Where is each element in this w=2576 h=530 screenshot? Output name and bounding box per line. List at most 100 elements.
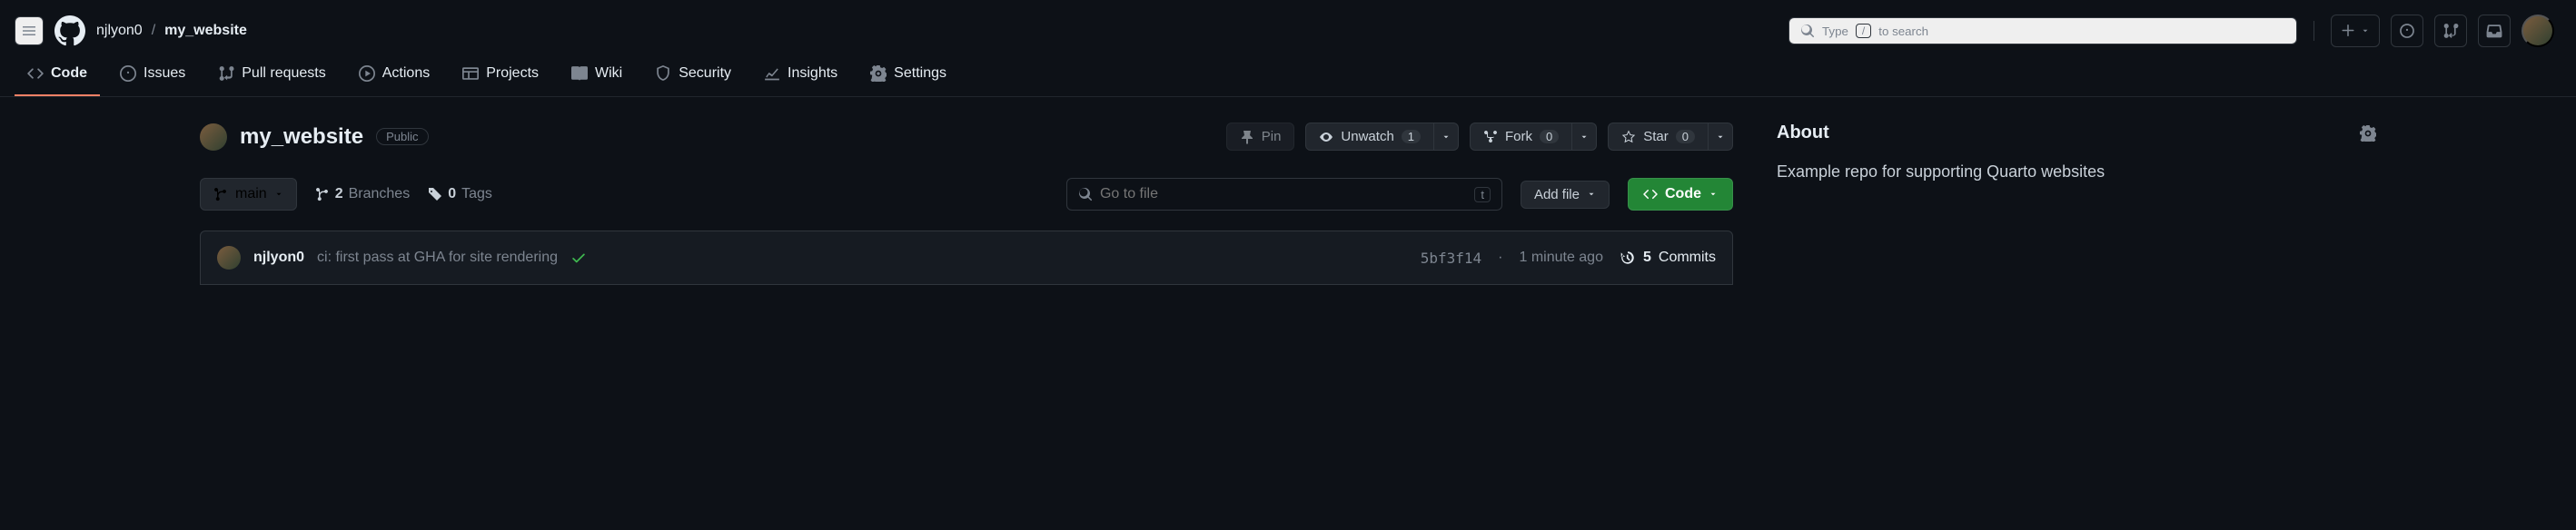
fork-count: 0 [1540, 130, 1559, 143]
commit-message[interactable]: ci: first pass at GHA for site rendering [317, 250, 558, 266]
github-logo[interactable] [54, 15, 85, 46]
commits-label: Commits [1659, 250, 1716, 266]
visibility-badge: Public [376, 128, 428, 145]
latest-commit-bar: njlyon0 ci: first pass at GHA for site r… [200, 231, 1733, 285]
branches-label: Branches [349, 186, 411, 202]
global-menu-button[interactable] [15, 16, 44, 45]
fork-icon [1483, 130, 1498, 144]
tab-security-label: Security [679, 65, 731, 82]
repo-link[interactable]: my_website [164, 23, 247, 39]
watch-dropdown[interactable] [1434, 123, 1459, 151]
branches-link[interactable]: 2 Branches [315, 186, 411, 202]
pin-icon [1240, 130, 1254, 144]
breadcrumb: njlyon0 / my_website [96, 23, 247, 39]
code-icon [1643, 187, 1658, 201]
issue-opened-icon [2399, 23, 2415, 39]
pin-label: Pin [1262, 129, 1282, 144]
owner-link[interactable]: njlyon0 [96, 23, 143, 39]
tags-label: Tags [461, 186, 492, 202]
file-search-key: t [1474, 187, 1491, 202]
caret-down-icon [1587, 190, 1596, 199]
commit-author[interactable]: njlyon0 [253, 250, 304, 266]
user-avatar[interactable] [2522, 15, 2554, 47]
commit-time[interactable]: 1 minute ago [1519, 250, 1603, 266]
caret-down-icon [1709, 190, 1718, 199]
branches-count: 2 [335, 186, 343, 202]
add-file-button[interactable]: Add file [1521, 181, 1610, 209]
about-heading: About [1777, 123, 1829, 143]
tab-wiki[interactable]: Wiki [559, 54, 635, 96]
eye-icon [1319, 130, 1333, 144]
about-description: Example repo for supporting Quarto websi… [1777, 160, 2376, 184]
unwatch-label: Unwatch [1341, 129, 1393, 144]
tags-link[interactable]: 0 Tags [428, 186, 492, 202]
shield-icon [655, 65, 671, 82]
hamburger-icon [22, 24, 36, 38]
star-count: 0 [1676, 130, 1695, 143]
star-button[interactable]: Star 0 [1608, 123, 1709, 151]
pin-button[interactable]: Pin [1226, 123, 1295, 151]
tab-wiki-label: Wiki [595, 65, 622, 82]
repo-title: my_website [240, 124, 363, 150]
issue-icon [120, 65, 136, 82]
gear-icon [2360, 125, 2376, 142]
unwatch-button[interactable]: Unwatch 1 [1305, 123, 1434, 151]
repo-nav: Code Issues Pull requests Actions Projec… [0, 54, 2576, 97]
commits-link[interactable]: 5 Commits [1620, 250, 1716, 266]
tag-icon [428, 187, 442, 201]
branch-selector[interactable]: main [200, 178, 297, 211]
tab-code[interactable]: Code [15, 54, 100, 96]
issues-button[interactable] [2391, 15, 2423, 47]
global-search[interactable]: Type / to search [1788, 17, 2297, 44]
status-check-icon[interactable] [570, 250, 587, 266]
search-text-before: Type [1822, 25, 1848, 38]
search-text-after: to search [1878, 25, 1928, 38]
search-icon [1800, 24, 1815, 38]
plus-icon [2341, 24, 2355, 38]
tab-projects-label: Projects [486, 65, 539, 82]
tab-issues-label: Issues [144, 65, 185, 82]
history-icon [1620, 250, 1636, 266]
caret-down-icon [1580, 132, 1589, 142]
notifications-button[interactable] [2478, 15, 2511, 47]
tab-security[interactable]: Security [642, 54, 744, 96]
tab-actions-label: Actions [382, 65, 430, 82]
tab-settings[interactable]: Settings [857, 54, 959, 96]
pull-requests-button[interactable] [2434, 15, 2467, 47]
watch-count: 1 [1402, 130, 1421, 143]
tab-projects[interactable]: Projects [450, 54, 551, 96]
table-icon [462, 65, 479, 82]
pr-icon [218, 65, 234, 82]
tab-insights-label: Insights [788, 65, 837, 82]
commit-sep: · [1498, 250, 1502, 266]
commit-sha[interactable]: 5bf3f14 [1421, 250, 1481, 267]
tab-insights[interactable]: Insights [751, 54, 850, 96]
caret-down-icon [1716, 132, 1725, 142]
caret-down-icon [274, 190, 283, 199]
commit-author-avatar[interactable] [217, 246, 241, 270]
code-label: Code [1665, 186, 1701, 202]
tab-actions[interactable]: Actions [346, 54, 442, 96]
star-icon [1621, 130, 1636, 144]
file-search[interactable]: t [1066, 178, 1502, 211]
tab-code-label: Code [51, 65, 87, 82]
tab-pull-requests[interactable]: Pull requests [205, 54, 339, 96]
tab-settings-label: Settings [894, 65, 946, 82]
gear-icon [870, 65, 887, 82]
fork-label: Fork [1505, 129, 1532, 144]
code-icon [27, 65, 44, 82]
divider [2313, 21, 2314, 41]
search-key: / [1856, 24, 1871, 38]
about-settings-button[interactable] [2360, 125, 2376, 142]
tab-issues[interactable]: Issues [107, 54, 198, 96]
file-search-input[interactable] [1100, 186, 1467, 202]
code-button[interactable]: Code [1628, 178, 1733, 211]
search-icon [1078, 187, 1093, 201]
inbox-icon [2486, 23, 2502, 39]
fork-dropdown[interactable] [1572, 123, 1597, 151]
star-dropdown[interactable] [1709, 123, 1733, 151]
fork-button[interactable]: Fork 0 [1470, 123, 1572, 151]
create-new-button[interactable] [2331, 15, 2380, 47]
owner-avatar[interactable] [200, 123, 227, 151]
breadcrumb-separator: / [152, 23, 155, 39]
